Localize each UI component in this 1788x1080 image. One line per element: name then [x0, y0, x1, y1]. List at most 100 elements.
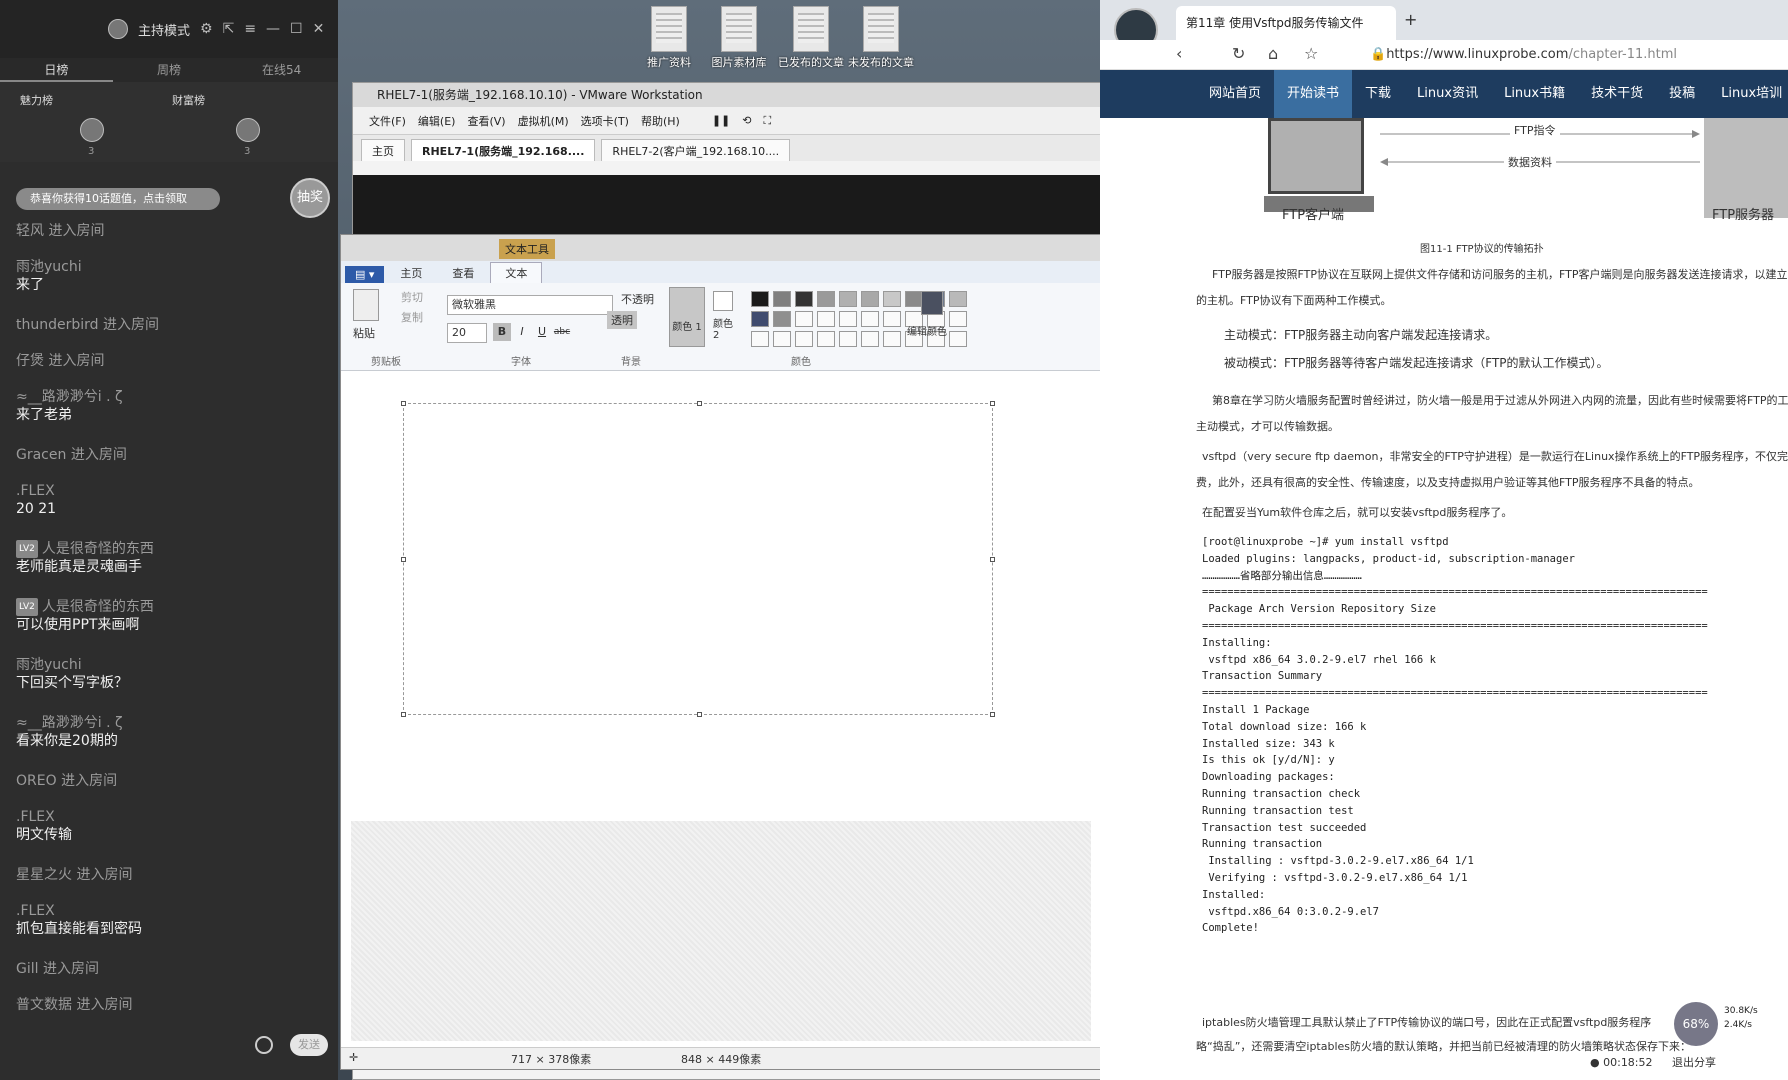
back-icon[interactable]: ‹: [1176, 44, 1182, 63]
palette-swatch[interactable]: [773, 291, 791, 307]
gift-banner[interactable]: 恭喜你获得10话题值，点击领取: [16, 188, 220, 210]
minimize-icon[interactable]: —: [266, 21, 280, 37]
edit-colors-button[interactable]: 编辑颜色: [907, 323, 947, 338]
font-family-select[interactable]: 微软雅黑: [447, 295, 613, 315]
palette-swatch-empty[interactable]: [949, 311, 967, 327]
desktop-icon-images[interactable]: 图片素材库: [704, 6, 774, 70]
chat-username[interactable]: .FLEX: [16, 809, 55, 825]
chat-username[interactable]: .FLEX: [16, 483, 55, 499]
nav-linux-news[interactable]: Linux资讯: [1404, 70, 1491, 118]
resize-handle[interactable]: [401, 712, 406, 717]
chat-username[interactable]: 星星之火: [16, 867, 72, 883]
palette-swatch-empty[interactable]: [861, 331, 879, 347]
snapshot-icon[interactable]: ⟲: [742, 114, 751, 127]
reload-icon[interactable]: ↻: [1232, 44, 1245, 63]
emoji-icon[interactable]: [255, 1036, 273, 1054]
send-button[interactable]: 发送: [290, 1034, 328, 1056]
pause-icon[interactable]: ❚❚: [712, 114, 730, 127]
palette-swatch-empty[interactable]: [949, 331, 967, 347]
menu-file[interactable]: 文件(F): [369, 113, 406, 129]
resize-handle[interactable]: [990, 401, 995, 406]
resize-handle[interactable]: [401, 401, 406, 406]
menu-tabs[interactable]: 选项卡(T): [581, 113, 629, 129]
nav-linux-books[interactable]: Linux书籍: [1491, 70, 1578, 118]
cut-button[interactable]: 剪切: [401, 289, 423, 305]
menu-vm[interactable]: 虚拟机(M): [518, 113, 569, 129]
color2-swatch[interactable]: [713, 291, 733, 311]
tab-text[interactable]: 文本: [490, 262, 543, 283]
desktop-icon-unpublished[interactable]: 未发布的文章: [846, 6, 916, 70]
transparent-option[interactable]: 透明: [607, 311, 637, 329]
palette-swatch[interactable]: [883, 291, 901, 307]
palette-swatch-empty[interactable]: [773, 331, 791, 347]
chat-username[interactable]: OREO: [16, 773, 57, 789]
color1-button[interactable]: 颜色 1: [669, 287, 705, 347]
chat-username[interactable]: thunderbird: [16, 317, 99, 333]
charm-rank-label[interactable]: 魅力榜: [20, 92, 53, 108]
opaque-option[interactable]: 不透明: [621, 291, 654, 307]
menu-icon[interactable]: ≡: [244, 21, 256, 37]
bold-button[interactable]: B: [493, 323, 511, 341]
network-speed-widget[interactable]: 68%: [1674, 1002, 1718, 1046]
chat-username[interactable]: ≈__路渺渺兮i . ζ: [16, 389, 123, 405]
nav-home[interactable]: 网站首页: [1196, 70, 1274, 118]
palette-swatch-empty[interactable]: [817, 331, 835, 347]
chat-username[interactable]: 人是很奇怪的东西: [42, 541, 154, 557]
browser-tab-active[interactable]: 第11章 使用Vsftpd服务传输文件: [1176, 6, 1396, 40]
menu-view[interactable]: 查看(V): [467, 113, 505, 129]
chat-username[interactable]: Gracen: [16, 447, 66, 463]
palette-swatch[interactable]: [751, 311, 769, 327]
rank-avatar[interactable]: [80, 118, 104, 142]
resize-handle[interactable]: [697, 712, 702, 717]
palette-swatch[interactable]: [949, 291, 967, 307]
share-icon[interactable]: ⇱: [223, 21, 235, 37]
nav-tech[interactable]: 技术干货: [1578, 70, 1656, 118]
chat-username[interactable]: 人是很奇怪的东西: [42, 599, 154, 615]
resize-handle[interactable]: [697, 401, 702, 406]
text-box[interactable]: [401, 401, 995, 717]
new-tab-icon[interactable]: +: [1404, 10, 1417, 29]
file-menu-button[interactable]: ▤ ▾: [345, 266, 385, 283]
lottery-badge[interactable]: 抽奖: [290, 178, 330, 218]
tab-home[interactable]: 主页: [386, 263, 436, 283]
paste-icon[interactable]: [353, 289, 379, 321]
desktop-icon-promo[interactable]: 推广资料: [634, 6, 704, 70]
exit-share-button[interactable]: 退出分享: [1672, 1056, 1716, 1069]
fullscreen-icon[interactable]: ⛶: [763, 114, 771, 128]
rank-avatar[interactable]: [236, 118, 260, 142]
chat-username[interactable]: Gill: [16, 961, 39, 977]
resize-handle[interactable]: [990, 712, 995, 717]
nav-submit[interactable]: 投稿: [1656, 70, 1708, 118]
copy-button[interactable]: 复制: [401, 309, 423, 325]
home-icon[interactable]: ⌂: [1268, 44, 1278, 63]
paint-canvas[interactable]: [341, 371, 1101, 1047]
nav-download[interactable]: 下载: [1352, 70, 1404, 118]
palette-swatch[interactable]: [817, 291, 835, 307]
underline-button[interactable]: U: [533, 323, 551, 341]
nav-start-reading[interactable]: 开始读书: [1274, 70, 1353, 118]
paste-label[interactable]: 粘贴: [353, 325, 375, 341]
chat-username[interactable]: 普文数据: [16, 997, 72, 1013]
palette-swatch[interactable]: [751, 291, 769, 307]
tab-weekly[interactable]: 周榜: [113, 58, 226, 82]
settings-icon[interactable]: ⚙: [200, 21, 213, 37]
palette-swatch-empty[interactable]: [839, 331, 857, 347]
font-size-select[interactable]: 20: [447, 323, 487, 343]
palette-swatch-empty[interactable]: [861, 311, 879, 327]
palette-swatch-empty[interactable]: [883, 331, 901, 347]
vm-display[interactable]: [353, 175, 1101, 235]
chat-username[interactable]: 雨池yuchi: [16, 657, 82, 673]
palette-swatch-empty[interactable]: [883, 311, 901, 327]
wealth-rank-label[interactable]: 财富榜: [172, 92, 205, 108]
palette-swatch-empty[interactable]: [751, 331, 769, 347]
desktop-icon-published[interactable]: 已发布的文章: [776, 6, 846, 70]
palette-swatch-empty[interactable]: [795, 311, 813, 327]
resize-handle[interactable]: [401, 557, 406, 562]
palette-swatch-empty[interactable]: [839, 311, 857, 327]
maximize-icon[interactable]: ☐: [290, 21, 303, 37]
chat-username[interactable]: 仔煲: [16, 353, 44, 369]
menu-help[interactable]: 帮助(H): [641, 113, 680, 129]
chat-username[interactable]: 雨池yuchi: [16, 259, 82, 275]
menu-edit[interactable]: 编辑(E): [418, 113, 456, 129]
tab-daily[interactable]: 日榜: [0, 58, 113, 82]
